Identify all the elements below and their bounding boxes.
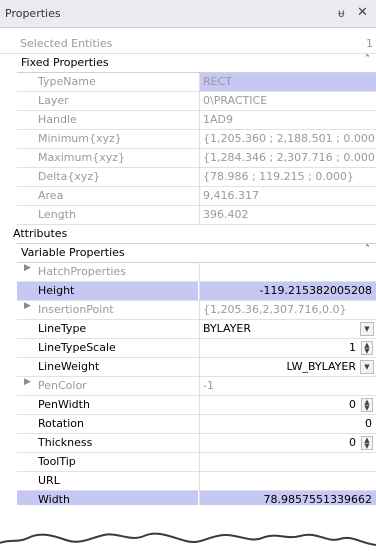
panel-title: Properties bbox=[5, 7, 61, 20]
property-name: InsertionPoint bbox=[38, 303, 114, 316]
collapse-icon[interactable]: ˄ bbox=[365, 54, 370, 65]
tooltip-input[interactable] bbox=[199, 453, 376, 471]
category-fixed-properties[interactable]: Fixed Properties ˄ bbox=[17, 54, 376, 73]
category-label: Variable Properties bbox=[21, 246, 125, 259]
spinner-icon[interactable]: ▲ ▼ bbox=[361, 436, 373, 450]
spinner-icon[interactable]: ▲ ▼ bbox=[361, 341, 373, 355]
property-name: LineTypeScale bbox=[38, 341, 116, 354]
property-value: 1 bbox=[366, 37, 373, 50]
property-value-input[interactable]: -119.215382005208 bbox=[199, 282, 376, 300]
linetypescale-stepper[interactable]: 1 ▲ ▼ bbox=[199, 339, 376, 357]
property-row-lineweight[interactable]: LineWeight LW_BYLAYER ▼ bbox=[17, 358, 376, 377]
property-name: LineType bbox=[38, 322, 87, 335]
thickness-value: 0 bbox=[349, 436, 356, 449]
linetype-select[interactable]: BYLAYER ▼ bbox=[199, 320, 376, 338]
property-name: ToolTip bbox=[38, 455, 76, 468]
property-row-linetype[interactable]: LineType BYLAYER ▼ bbox=[17, 320, 376, 339]
property-row-length[interactable]: Length 396.402 bbox=[17, 206, 376, 225]
property-name: Delta{xyz} bbox=[38, 170, 101, 183]
category-label: Fixed Properties bbox=[21, 56, 109, 69]
property-value: {1,284.346 ; 2,307.716 ; 0.000} bbox=[199, 149, 376, 167]
property-name: Selected Entities bbox=[20, 37, 113, 50]
property-row-linetypescale[interactable]: LineTypeScale 1 ▲ ▼ bbox=[17, 339, 376, 358]
lineweight-value: LW_BYLAYER bbox=[286, 360, 356, 373]
property-row-pencolor[interactable]: ▶ PenColor -1 bbox=[17, 377, 376, 396]
property-row-tooltip[interactable]: ToolTip bbox=[17, 453, 376, 472]
property-row-insertionpoint[interactable]: ▶ InsertionPoint {1,205.36,2,307.716,0.0… bbox=[17, 301, 376, 320]
property-name: LineWeight bbox=[38, 360, 100, 373]
property-row-height[interactable]: Height -119.215382005208 bbox=[17, 282, 376, 301]
category-attributes[interactable]: Attributes bbox=[13, 225, 376, 244]
property-name: HatchProperties bbox=[38, 265, 126, 278]
property-row-area[interactable]: Area 9,416.317 bbox=[17, 187, 376, 206]
property-value: {1,205.36,2,307.716,0.0} bbox=[199, 301, 376, 319]
chevron-down-icon[interactable]: ▼ bbox=[360, 322, 374, 336]
property-name: Handle bbox=[38, 113, 77, 126]
property-row-url[interactable]: URL bbox=[17, 472, 376, 491]
property-name: TypeName bbox=[38, 75, 96, 88]
property-row-typename[interactable]: TypeName RECT bbox=[17, 73, 376, 92]
close-icon[interactable]: ✕ bbox=[357, 5, 368, 20]
properties-panel: Properties ᵾ ✕ Selected Entities 1 Fixed… bbox=[0, 0, 376, 520]
spinner-icon[interactable]: ▲ ▼ bbox=[361, 398, 373, 412]
property-value: -1 bbox=[199, 377, 376, 395]
linetype-value: BYLAYER bbox=[203, 322, 252, 335]
property-row-handle[interactable]: Handle 1AD9 bbox=[17, 111, 376, 130]
property-value bbox=[199, 263, 376, 281]
pin-icon[interactable]: ᵾ bbox=[338, 6, 345, 20]
penwidth-stepper[interactable]: 0 ▲ ▼ bbox=[199, 396, 376, 414]
property-name: Minimum{xyz} bbox=[38, 132, 122, 145]
property-row-hatchproperties[interactable]: ▶ HatchProperties bbox=[17, 263, 376, 282]
property-name: Maximum{xyz} bbox=[38, 151, 125, 164]
penwidth-value: 0 bbox=[349, 398, 356, 411]
property-row-rotation[interactable]: Rotation 0 bbox=[17, 415, 376, 434]
property-name: Area bbox=[38, 189, 64, 202]
panel-titlebar: Properties ᵾ ✕ bbox=[0, 0, 376, 28]
property-row-delta[interactable]: Delta{xyz} {78.986 ; 119.215 ; 0.000} bbox=[17, 168, 376, 187]
torn-edge-decoration bbox=[0, 505, 376, 546]
lineweight-select[interactable]: LW_BYLAYER ▼ bbox=[199, 358, 376, 376]
url-input[interactable] bbox=[199, 472, 376, 490]
property-row-layer[interactable]: Layer 0\PRACTICE bbox=[17, 92, 376, 111]
category-label: Attributes bbox=[13, 227, 68, 240]
property-row-thickness[interactable]: Thickness 0 ▲ ▼ bbox=[17, 434, 376, 453]
category-variable-properties[interactable]: Variable Properties ˄ bbox=[17, 244, 376, 263]
property-grid: Selected Entities 1 Fixed Properties ˄ T… bbox=[0, 35, 376, 510]
property-name: Length bbox=[38, 208, 76, 221]
property-name: Rotation bbox=[38, 417, 85, 430]
property-name: Thickness bbox=[38, 436, 93, 449]
rotation-input[interactable]: 0 bbox=[199, 415, 376, 433]
property-row-penwidth[interactable]: PenWidth 0 ▲ ▼ bbox=[17, 396, 376, 415]
property-value: 9,416.317 bbox=[199, 187, 376, 205]
property-name: Height bbox=[17, 282, 198, 300]
property-value: RECT bbox=[199, 73, 376, 91]
property-row-maximum[interactable]: Maximum{xyz} {1,284.346 ; 2,307.716 ; 0.… bbox=[17, 149, 376, 168]
property-name: PenWidth bbox=[38, 398, 90, 411]
property-value: 1AD9 bbox=[199, 111, 376, 129]
thickness-stepper[interactable]: 0 ▲ ▼ bbox=[199, 434, 376, 452]
property-name: Layer bbox=[38, 94, 69, 107]
property-value: 0\PRACTICE bbox=[199, 92, 376, 110]
linetypescale-value: 1 bbox=[349, 341, 356, 354]
property-name: PenColor bbox=[38, 379, 87, 392]
property-name: URL bbox=[38, 474, 60, 487]
property-value: 396.402 bbox=[199, 206, 376, 224]
chevron-down-icon[interactable]: ▼ bbox=[360, 360, 374, 374]
collapse-icon[interactable]: ˄ bbox=[365, 244, 370, 255]
property-row-minimum[interactable]: Minimum{xyz} {1,205.360 ; 2,188.501 ; 0.… bbox=[17, 130, 376, 149]
property-value: {78.986 ; 119.215 ; 0.000} bbox=[199, 168, 376, 186]
property-value: {1,205.360 ; 2,188.501 ; 0.000} bbox=[199, 130, 376, 148]
property-row-selected-entities: Selected Entities 1 bbox=[0, 35, 376, 54]
